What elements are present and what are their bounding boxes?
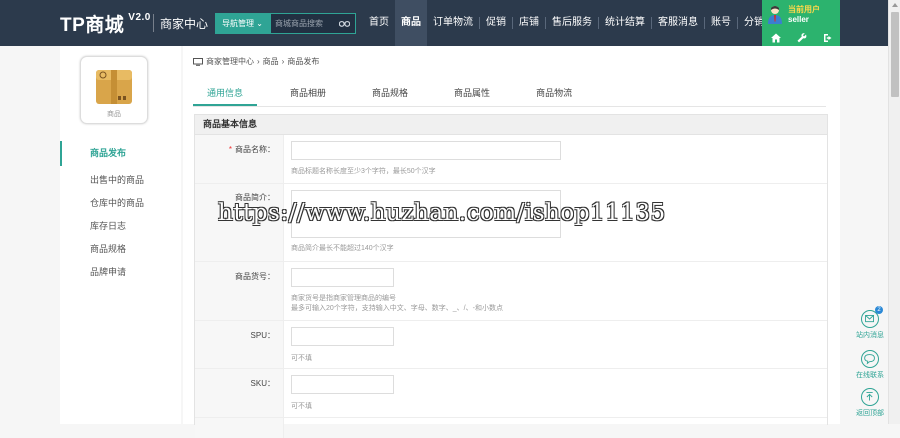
form-label: 商品简介：	[195, 184, 284, 261]
user-name: seller	[788, 15, 809, 24]
required-mark: *	[228, 145, 232, 154]
form-hint: 可不填	[291, 355, 312, 362]
form-row-goods-sku-code: 商品货号： 商家货号是指商家管理商品的编号 最多可输入20个字符，支持输入中文、…	[195, 262, 827, 321]
goods-intro-textarea[interactable]	[291, 190, 561, 238]
scroll-thumb[interactable]	[891, 12, 899, 97]
tab-goods-spec[interactable]: 商品规格	[359, 82, 421, 104]
chat-icon	[861, 350, 879, 368]
arrow-up-icon	[861, 388, 879, 406]
goods-card-label: 商品	[107, 111, 121, 118]
monitor-icon	[193, 57, 203, 66]
nav-orders[interactable]: 订单物流	[427, 0, 479, 46]
tool-label: 返回顶部	[856, 410, 884, 417]
form-section-title: 商品基本信息	[195, 115, 827, 135]
form-label: SKU：	[195, 369, 284, 417]
left-sidebar: 商品 商品发布 出售中的商品 仓库中的商品 库存日志 商品规格 品牌申请	[60, 46, 181, 424]
search-input[interactable]	[275, 16, 335, 30]
form-hint: 商品简介最长不能超过140个汉字	[291, 245, 394, 252]
nav-home[interactable]: 首页	[363, 0, 395, 46]
tool-label: 在线联系	[856, 372, 884, 379]
breadcrumb: 商家管理中心 › 商品 › 商品发布	[193, 56, 319, 67]
logout-icon[interactable]	[823, 33, 833, 43]
sku-input[interactable]	[291, 375, 394, 394]
form-label: 商品货号：	[195, 262, 284, 320]
tool-site-messages[interactable]: 2 站内消息	[852, 306, 888, 340]
current-user-label: 当前用户	[788, 5, 820, 14]
nav-after-sales[interactable]: 售后服务	[546, 0, 598, 46]
goods-code-input[interactable]	[291, 268, 394, 287]
nav-promotion[interactable]: 促销	[480, 0, 512, 46]
user-avatar-icon	[768, 6, 782, 24]
tool-online-contact[interactable]: 在线联系	[852, 350, 888, 380]
site-logo[interactable]: TP商城 V2.0	[60, 10, 151, 37]
form-label	[195, 418, 284, 438]
form-row-next	[195, 418, 827, 438]
search-box	[270, 13, 356, 34]
form-label: SPU：	[195, 321, 284, 368]
tab-goods-album[interactable]: 商品相册	[277, 82, 339, 104]
tool-back-to-top[interactable]: 返回顶部	[852, 388, 888, 418]
form-row-goods-intro: 商品简介： 商品简介最长不能超过140个汉字	[195, 184, 827, 262]
tab-underline	[193, 106, 826, 107]
breadcrumb-item[interactable]: 商家管理中心	[206, 56, 254, 67]
breadcrumb-item[interactable]: 商品	[263, 56, 279, 67]
nav-management-dropdown[interactable]: 导航管理 ⌄	[215, 13, 270, 34]
form-label: * 商品名称：	[195, 135, 284, 183]
form-hint: 商品标题名称长度至少3个字符，最长50个汉字	[291, 168, 436, 175]
form-row-sku: SKU： 可不填	[195, 369, 827, 418]
logo-text: TP商城	[60, 15, 125, 36]
breadcrumb-separator: ›	[281, 57, 285, 66]
package-box-icon	[96, 70, 132, 104]
wrench-icon[interactable]	[797, 33, 807, 43]
side-item-on-sale[interactable]: 出售中的商品	[60, 169, 181, 192]
top-header: TP商城V2.0 商家中心 导航管理 ⌄ 首页 商品 订单物流 促销 店铺 售后…	[0, 0, 900, 46]
breadcrumb-separator: ›	[257, 57, 260, 66]
version-label: V2.0	[128, 12, 151, 23]
tab-bar: 通用信息 商品相册 商品规格 商品属性 商品物流	[193, 82, 605, 106]
logo-divider	[153, 14, 154, 32]
form-hint: 最多可输入20个字符，支持输入中文、字母、数字、_、/、-和小数点	[291, 305, 503, 312]
nav-goods[interactable]: 商品	[395, 0, 427, 46]
user-panel: 当前用户 seller	[762, 0, 840, 46]
message-icon: 2	[861, 306, 883, 328]
binoculars-search-icon[interactable]	[339, 18, 350, 28]
side-item-stock-log[interactable]: 库存日志	[60, 215, 181, 238]
form-row-spu: SPU： 可不填	[195, 321, 827, 369]
nav-account[interactable]: 账号	[705, 0, 737, 46]
side-item-publish-goods[interactable]: 商品发布	[60, 141, 181, 166]
message-badge: 2	[875, 306, 883, 314]
tool-label: 站内消息	[856, 332, 884, 339]
center-title: 商家中心	[160, 17, 209, 31]
goods-module-card: 商品	[80, 56, 148, 124]
tab-general-info[interactable]: 通用信息	[193, 82, 258, 106]
side-item-in-warehouse[interactable]: 仓库中的商品	[60, 192, 181, 215]
form-hint: 商家货号是指商家管理商品的编号	[291, 295, 396, 302]
scroll-up-arrow[interactable]	[892, 3, 898, 7]
nav-store[interactable]: 店铺	[513, 0, 545, 46]
nav-statistics[interactable]: 统计结算	[599, 0, 651, 46]
side-menu: 商品发布 出售中的商品 仓库中的商品 库存日志 商品规格 品牌申请	[60, 141, 181, 284]
goods-name-input[interactable]	[291, 141, 561, 160]
nav-management-label: 导航管理	[222, 19, 255, 28]
main-nav: 首页 商品 订单物流 促销 店铺 售后服务 统计结算 客服消息 账号 分销	[363, 0, 770, 46]
side-item-brand-apply[interactable]: 品牌申请	[60, 261, 181, 284]
breadcrumb-item: 商品发布	[287, 57, 320, 66]
form-row-goods-name: * 商品名称： 商品标题名称长度至少3个字符，最长50个汉字	[195, 135, 827, 184]
main-content: 商家管理中心 › 商品 › 商品发布 通用信息 商品相册 商品规格 商品属性 商…	[183, 46, 840, 438]
user-actions	[771, 33, 833, 43]
form-hint: 可不填	[291, 403, 312, 410]
page-scrollbar[interactable]	[888, 0, 900, 424]
spu-input[interactable]	[291, 327, 394, 346]
goods-basic-info-form: 商品基本信息 * 商品名称： 商品标题名称长度至少3个字符，最长50个汉字 商品简…	[194, 114, 828, 438]
chevron-down-icon: ⌄	[256, 19, 263, 28]
nav-customer-service[interactable]: 客服消息	[652, 0, 704, 46]
form-label-text: 商品名称：	[235, 145, 275, 154]
tab-goods-attributes[interactable]: 商品属性	[441, 82, 503, 104]
side-item-goods-spec[interactable]: 商品规格	[60, 238, 181, 261]
home-icon[interactable]	[771, 33, 781, 43]
tab-goods-logistics[interactable]: 商品物流	[523, 82, 585, 104]
